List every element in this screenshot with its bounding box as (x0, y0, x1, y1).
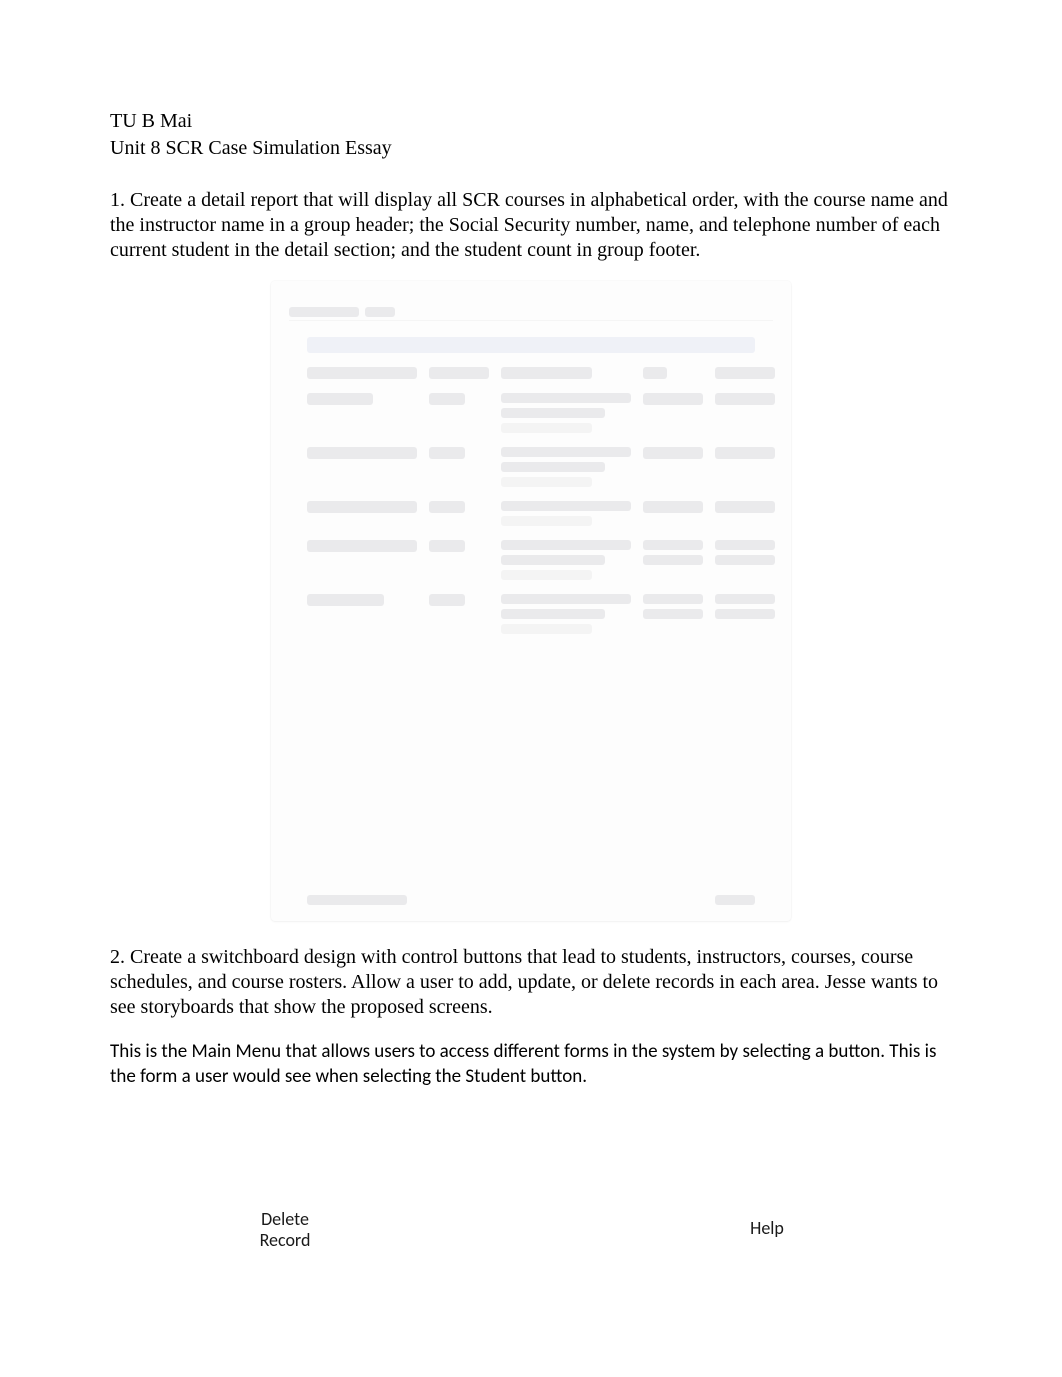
delete-record-label-line1: Delete (240, 1209, 330, 1230)
button-labels-row: Delete Record Help (110, 1209, 952, 1250)
question-2: 2. Create a switchboard design with cont… (110, 945, 952, 1020)
report-screenshot (271, 281, 791, 921)
author-line: TU B Mai (110, 110, 952, 133)
delete-record-label-line2: Record (240, 1230, 330, 1251)
switchboard-description: This is the Main Menu that allows users … (110, 1040, 952, 1089)
question-1: 1. Create a detail report that will disp… (110, 188, 952, 263)
report-screenshot-frame (271, 281, 791, 921)
doc-title: Unit 8 SCR Case Simulation Essay (110, 137, 952, 160)
delete-record-label: Delete Record (240, 1209, 330, 1250)
help-label: Help (722, 1209, 812, 1250)
